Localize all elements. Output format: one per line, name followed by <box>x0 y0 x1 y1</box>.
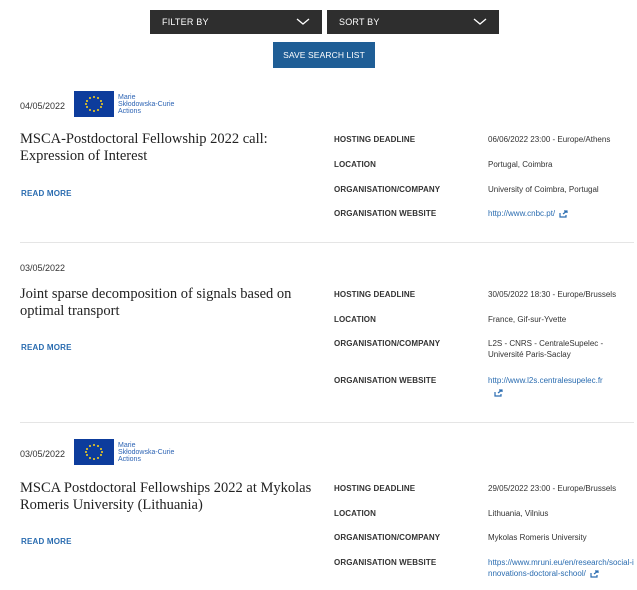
website-link[interactable]: http://www.l2s.centralesupelec.fr <box>488 375 628 386</box>
external-link-icon[interactable] <box>590 570 599 578</box>
external-link-icon[interactable] <box>559 210 568 218</box>
website-label: ORGANISATION WEBSITE <box>334 209 437 218</box>
website-value: http://www.cnbc.pt/ <box>488 208 636 219</box>
website-link[interactable]: http://www.cnbc.pt/ <box>488 209 555 218</box>
sort-by-dropdown[interactable]: SORT BY <box>327 10 499 34</box>
eu-flag-icon <box>74 91 114 117</box>
organisation-value: L2S - CNRS - CentraleSupelec - Universit… <box>488 339 604 359</box>
read-more-link[interactable]: READ MORE <box>21 189 72 198</box>
organisation-value: University of Coimbra, Portugal <box>488 185 599 194</box>
listing-title[interactable]: MSCA Postdoctoral Fellowships 2022 at My… <box>20 480 320 514</box>
location-label: LOCATION <box>334 509 376 518</box>
location-label: LOCATION <box>334 160 376 169</box>
eu-flag-icon <box>74 439 114 465</box>
website-label: ORGANISATION WEBSITE <box>334 376 437 385</box>
hosting-deadline-label: HOSTING DEADLINE <box>334 135 416 144</box>
save-search-list-button[interactable]: SAVE SEARCH LIST <box>273 42 375 68</box>
listing-date: 03/05/2022 <box>20 449 66 459</box>
organisation-label: ORGANISATION/COMPANY <box>334 533 441 542</box>
listing-title[interactable]: MSCA-Postdoctoral Fellowship 2022 call: … <box>20 131 320 165</box>
location-value: Portugal, Coimbra <box>488 160 553 169</box>
read-more-link[interactable]: READ MORE <box>21 537 72 546</box>
hosting-deadline-label: HOSTING DEADLINE <box>334 290 416 299</box>
chevron-down-icon <box>473 16 487 26</box>
read-more-link[interactable]: READ MORE <box>21 343 72 352</box>
chevron-down-icon <box>296 16 310 26</box>
location-value: France, Gif-sur-Yvette <box>488 315 567 324</box>
hosting-deadline-value: 06/06/2022 23:00 - Europe/Athens <box>488 135 611 144</box>
listing-date: 04/05/2022 <box>20 101 66 111</box>
divider <box>20 242 634 243</box>
hosting-deadline-value: 30/05/2022 18:30 - Europe/Brussels <box>488 290 617 299</box>
listing-title[interactable]: Joint sparse decomposition of signals ba… <box>20 286 320 320</box>
msca-logo-text: Marie Skłodowska-Curie Actions <box>118 442 175 463</box>
filter-by-dropdown[interactable]: FILTER BY <box>150 10 322 34</box>
organisation-label: ORGANISATION/COMPANY <box>334 185 441 194</box>
website-link[interactable]: https://www.mruni.eu/en/research/social-… <box>488 558 634 578</box>
location-label: LOCATION <box>334 315 376 324</box>
filter-by-label: FILTER BY <box>162 17 209 27</box>
msca-logo-text: Marie Skłodowska-Curie Actions <box>118 94 175 115</box>
website-value: http://www.l2s.centralesupelec.fr <box>488 375 628 397</box>
hosting-deadline-label: HOSTING DEADLINE <box>334 484 416 493</box>
hosting-deadline-value: 29/05/2022 23:00 - Europe/Brussels <box>488 484 617 493</box>
organisation-value: Mykolas Romeris University <box>488 533 587 542</box>
website-label: ORGANISATION WEBSITE <box>334 558 437 567</box>
location-value: Lithuania, Vilnius <box>488 509 549 518</box>
website-value: https://www.mruni.eu/en/research/social-… <box>488 557 634 579</box>
divider <box>20 422 634 423</box>
listing-date: 03/05/2022 <box>20 263 66 273</box>
sort-by-label: SORT BY <box>339 17 380 27</box>
organisation-label: ORGANISATION/COMPANY <box>334 339 441 348</box>
external-link-icon[interactable] <box>494 389 503 397</box>
